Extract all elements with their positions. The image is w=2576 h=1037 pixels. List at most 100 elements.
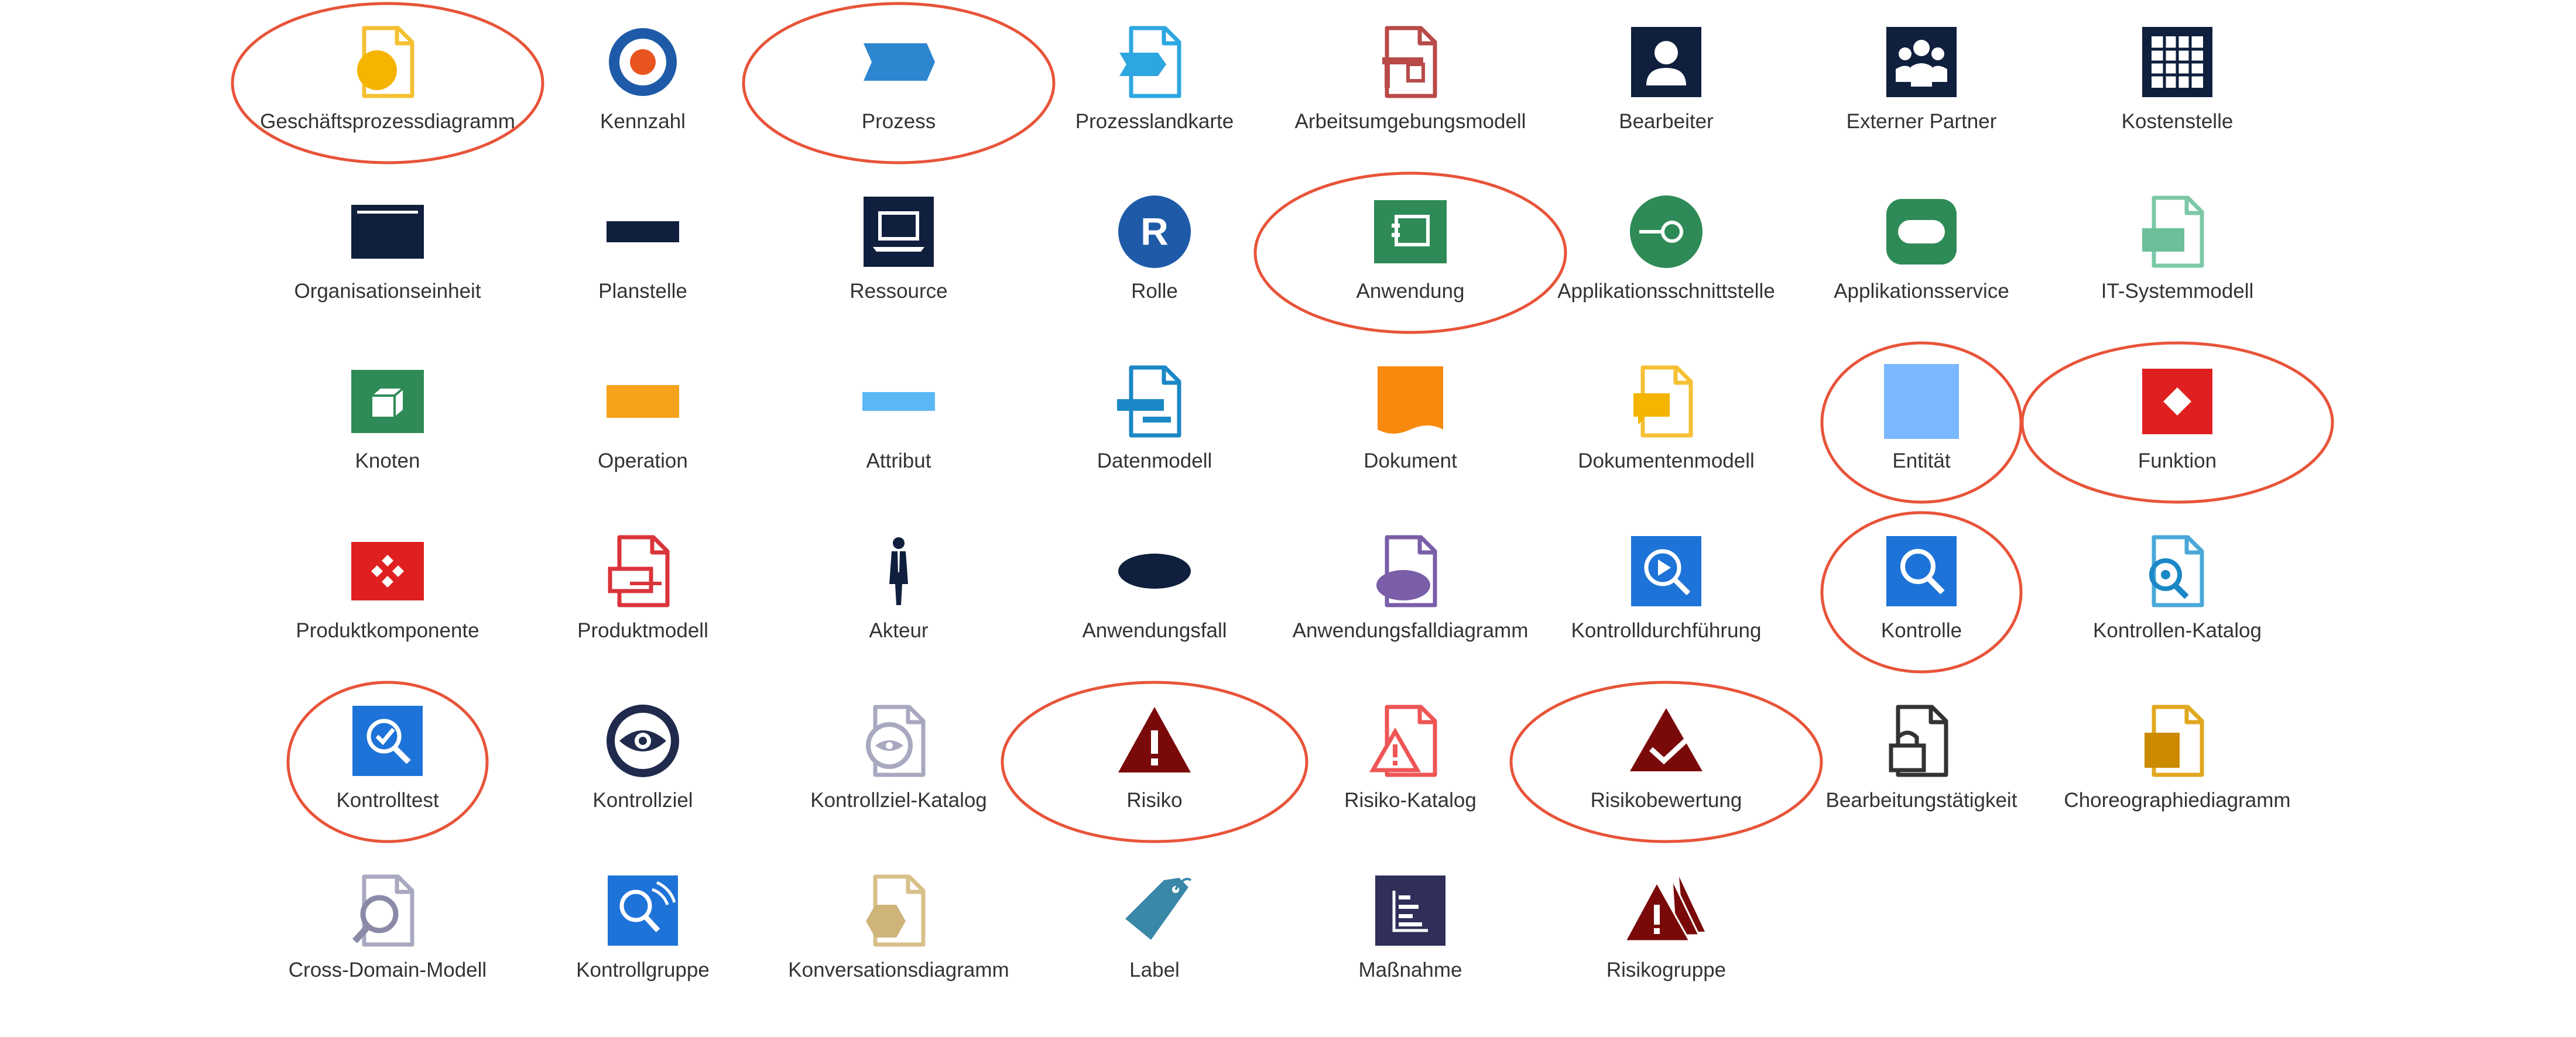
legend-item-label: Anwendung [1356,280,1465,303]
legend-item: Kontrolltest [262,679,513,831]
legend-item-label: Planstelle [598,280,687,303]
target-icon [602,21,684,103]
legend-item: Ressource [773,170,1025,322]
legend-item: Produktkomponente [262,509,513,661]
legend-item-label: IT-Systemmodell [2101,280,2254,303]
org-unit-icon [347,191,429,273]
legend-item-label: Funktion [2137,449,2217,472]
tag-icon [1114,870,1195,952]
product-component-icon [347,530,429,612]
legend-item-label: Applikationsservice [1834,280,2009,303]
risk-warning-icon [1114,700,1195,782]
use-case-ellipse-icon [1114,530,1195,612]
eye-icon [602,700,684,782]
legend-item-label: Knoten [355,449,420,472]
document-magnifier-icon [347,870,429,952]
legend-item-label: Dokumentenmodell [1578,449,1755,472]
document-orange-icon [1369,360,1451,442]
legend-item-label: Produktmodell [577,619,708,642]
app-service-icon [1880,191,1962,273]
legend-item: Kontrollgruppe [517,849,769,1001]
legend-item-label: Attribut [866,449,931,472]
risk-group-icon [1625,870,1707,952]
legend-item: Risikobewertung [1540,679,1792,831]
legend-item-label: Cross-Domain-Modell [288,959,487,981]
legend-item: R Rolle [1029,170,1280,322]
legend-item: Konversationsdiagramm [773,849,1025,1001]
document-model-icon [1625,360,1707,442]
legend-item-label: Kontrollziel [592,789,693,812]
legend-item: Prozesslandkarte [1029,0,1280,152]
legend-item: Kontrollziel [517,679,769,831]
legend-item-label: Kontrolltest [336,789,439,812]
actor-icon [858,530,940,612]
attribute-bar-icon [858,360,940,442]
interface-icon [1625,191,1707,273]
legend-item: Dokument [1284,339,1536,492]
legend-item-label: Kontrolle [1880,619,1962,642]
legend-item-label: Datenmodell [1097,449,1212,472]
legend-item: Bearbeiter [1540,0,1792,152]
legend-item: Prozess [773,0,1025,152]
legend-item: Bearbeitungstätigkeit [1796,679,2047,831]
legend-item-label: Maßnahme [1358,959,1462,981]
legend-item: Anwendungsfalldiagramm [1284,509,1536,661]
legend-item: Risiko [1029,679,1280,831]
legend-item: Kontrollziel-Katalog [773,679,1025,831]
legend-item-label: Prozesslandkarte [1075,110,1234,133]
grid-table-icon [2136,21,2218,103]
legend-item-label: Kostenstelle [2121,110,2234,133]
legend-item-label: Applikationsschnittstelle [1557,280,1775,303]
legend-item: Externer Partner [1796,0,2047,152]
control-test-icon [347,700,429,782]
document-green-icon [2136,191,2218,273]
legend-item-label: Risikogruppe [1606,959,1727,981]
legend-item-label: Kontrollgruppe [576,959,710,981]
legend-item: Maßnahme [1284,849,1536,1001]
legend-item: Choreographiediagramm [2051,679,2303,831]
document-choreography-icon [2136,700,2218,782]
document-hexagon-icon [858,870,940,952]
legend-item-label: Organisationseinheit [294,280,481,303]
operation-bar-icon [602,360,684,442]
legend-item: Kennzahl [517,0,769,152]
svg-text:R: R [1140,210,1169,253]
legend-item: Applikationsschnittstelle [1540,170,1792,322]
legend-item: Anwendung [1284,170,1536,322]
document-data-icon [1114,360,1195,442]
legend-item-label: Externer Partner [1846,110,1997,133]
legend-item: Datenmodell [1029,339,1280,492]
legend-item: Applikationsservice [1796,170,2047,322]
document-chevron-icon [1114,21,1195,103]
legend-item: Anwendungsfall [1029,509,1280,661]
icon-legend-canvas: Geschäftsprozessdiagramm Kennzahl Prozess … [0,0,2576,1037]
legend-item: Cross-Domain-Modell [262,849,513,1001]
function-diamond-icon [2136,360,2218,442]
legend-item-label: Ressource [849,280,948,303]
legend-item-label: Produktkomponente [296,619,479,642]
legend-item: Knoten [262,339,513,492]
legend-item-label: Geschäftsprozessdiagramm [260,110,515,133]
document-desk-icon [1369,21,1451,103]
laptop-icon [858,191,940,273]
legend-item-label: Risiko-Katalog [1344,789,1477,812]
legend-item: IT-Systemmodell [2051,170,2303,322]
legend-item-label: Arbeitsumgebungsmodell [1294,110,1526,133]
document-search-icon [2136,530,2218,612]
legend-item-label: Entität [1892,449,1951,472]
document-lock-icon [1880,700,1962,782]
entity-square-icon [1880,360,1962,442]
legend-item: Label [1029,849,1280,1001]
legend-item: Kostenstelle [2051,0,2303,152]
legend-item: Arbeitsumgebungsmodell [1284,0,1536,152]
legend-item-label: Risiko [1126,789,1183,812]
legend-item-label: Konversationsdiagramm [788,959,1009,981]
legend-item-label: Label [1129,959,1180,981]
legend-item-label: Akteur [869,619,929,642]
control-execution-icon [1625,530,1707,612]
legend-item: Organisationseinheit [262,170,513,322]
legend-item-label: Bearbeiter [1619,110,1714,133]
risk-assessment-icon [1625,700,1707,782]
application-icon [1369,191,1451,273]
legend-item-label: Anwendungsfalldiagramm [1292,619,1529,642]
